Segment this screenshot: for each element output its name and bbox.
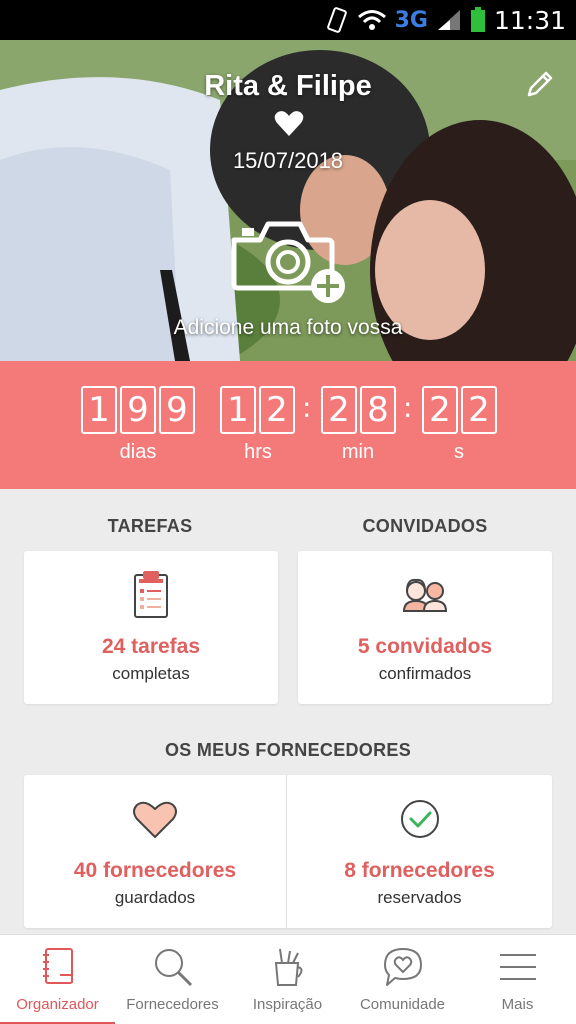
countdown-hours-digit: 2 (259, 386, 295, 434)
countdown-hours-label: hrs (244, 441, 272, 463)
nav-inspiracao[interactable]: Inspiração (230, 935, 345, 1024)
couple-header[interactable]: Rita & Filipe 15/07/2018 Adicione uma fo… (0, 40, 576, 361)
countdown-days-digit: 9 (159, 386, 195, 434)
guests-count: 5 convidados (357, 635, 493, 658)
tasks-subtitle: completas (112, 664, 190, 683)
guests-subtitle: confirmados (378, 664, 472, 683)
network-type-label: 3G (394, 7, 428, 33)
countdown-hours-digit: 1 (220, 386, 256, 434)
clipboard-checklist-icon (134, 571, 168, 618)
tasks-card[interactable]: 24 tarefas completas (24, 551, 278, 704)
countdown-seconds-label: s (454, 441, 464, 463)
guests-card[interactable]: 5 convidados confirmados (298, 551, 552, 704)
chat-heart-icon (383, 948, 422, 986)
nav-comunidade[interactable]: Comunidade (345, 935, 460, 1024)
bottom-navigation: Organizador Fornecedores Inspiração Comu… (0, 934, 576, 1024)
nav-label: Inspiração (252, 996, 323, 1013)
vendors-saved-count: 40 fornecedores (73, 859, 237, 882)
edit-icon[interactable] (524, 68, 556, 100)
heart-icon (133, 801, 177, 838)
guests-couple-icon (402, 578, 448, 612)
vendors-booked-count: 8 fornecedores (344, 859, 495, 882)
wifi-icon (357, 10, 386, 30)
tasks-count: 24 tarefas (101, 635, 201, 658)
countdown-minutes-label: min (341, 441, 375, 463)
countdown-seconds-digit: 2 (422, 386, 458, 434)
couple-names: Rita & Filipe (204, 70, 372, 102)
guests-section-title: CONVIDADOS (362, 516, 488, 536)
countdown-minutes-digit: 8 (360, 386, 396, 434)
clock: 11:31 (493, 5, 566, 35)
notebook-icon (42, 948, 73, 984)
nav-label: Comunidade (359, 996, 446, 1013)
countdown-separator: : (302, 391, 312, 424)
vendors-booked-subtitle: reservados (377, 888, 462, 907)
status-bar: 3G 11:31 (0, 0, 576, 40)
vendors-saved-card[interactable]: 40 fornecedores guardados (24, 775, 286, 928)
vibrate-icon (326, 7, 347, 33)
countdown-minutes-digit: 2 (321, 386, 357, 434)
nav-label: Organizador (16, 996, 99, 1013)
nav-label: Mais (501, 996, 534, 1013)
vendors-card: 40 fornecedores guardados 8 fornecedores… (24, 775, 552, 928)
vendors-saved-subtitle: guardados (114, 888, 196, 907)
add-photo-camera-icon[interactable] (228, 218, 348, 308)
hamburger-menu-icon (499, 954, 536, 980)
nav-organizador[interactable]: Organizador (0, 935, 115, 1024)
nav-label: Fornecedores (126, 996, 219, 1013)
countdown-separator: : (403, 391, 413, 424)
signal-icon (437, 10, 460, 30)
nav-mais[interactable]: Mais (460, 935, 575, 1024)
check-circle-icon (400, 800, 439, 838)
countdown-days-digit: 1 (81, 386, 117, 434)
tasks-section-title: TAREFAS (107, 516, 193, 536)
wedding-date: 15/07/2018 (232, 148, 344, 173)
countdown-days-label: dias (119, 441, 157, 463)
add-photo-caption[interactable]: Adicione uma foto vossa (0, 316, 576, 340)
battery-icon (470, 7, 485, 32)
countdown-days-digit: 9 (120, 386, 156, 434)
vendors-booked-card[interactable]: 8 fornecedores reservados (287, 775, 552, 928)
search-icon (154, 949, 192, 987)
vendors-section-title: OS MEUS FORNECEDORES (164, 740, 412, 760)
countdown-seconds-digit: 2 (461, 386, 497, 434)
wedding-countdown: 1 9 9 1 2 : 2 8 : 2 2 dias hrs min s (0, 361, 576, 489)
heart-icon (274, 111, 304, 136)
nav-fornecedores[interactable]: Fornecedores (115, 935, 230, 1024)
pencil-cup-icon (274, 948, 302, 986)
